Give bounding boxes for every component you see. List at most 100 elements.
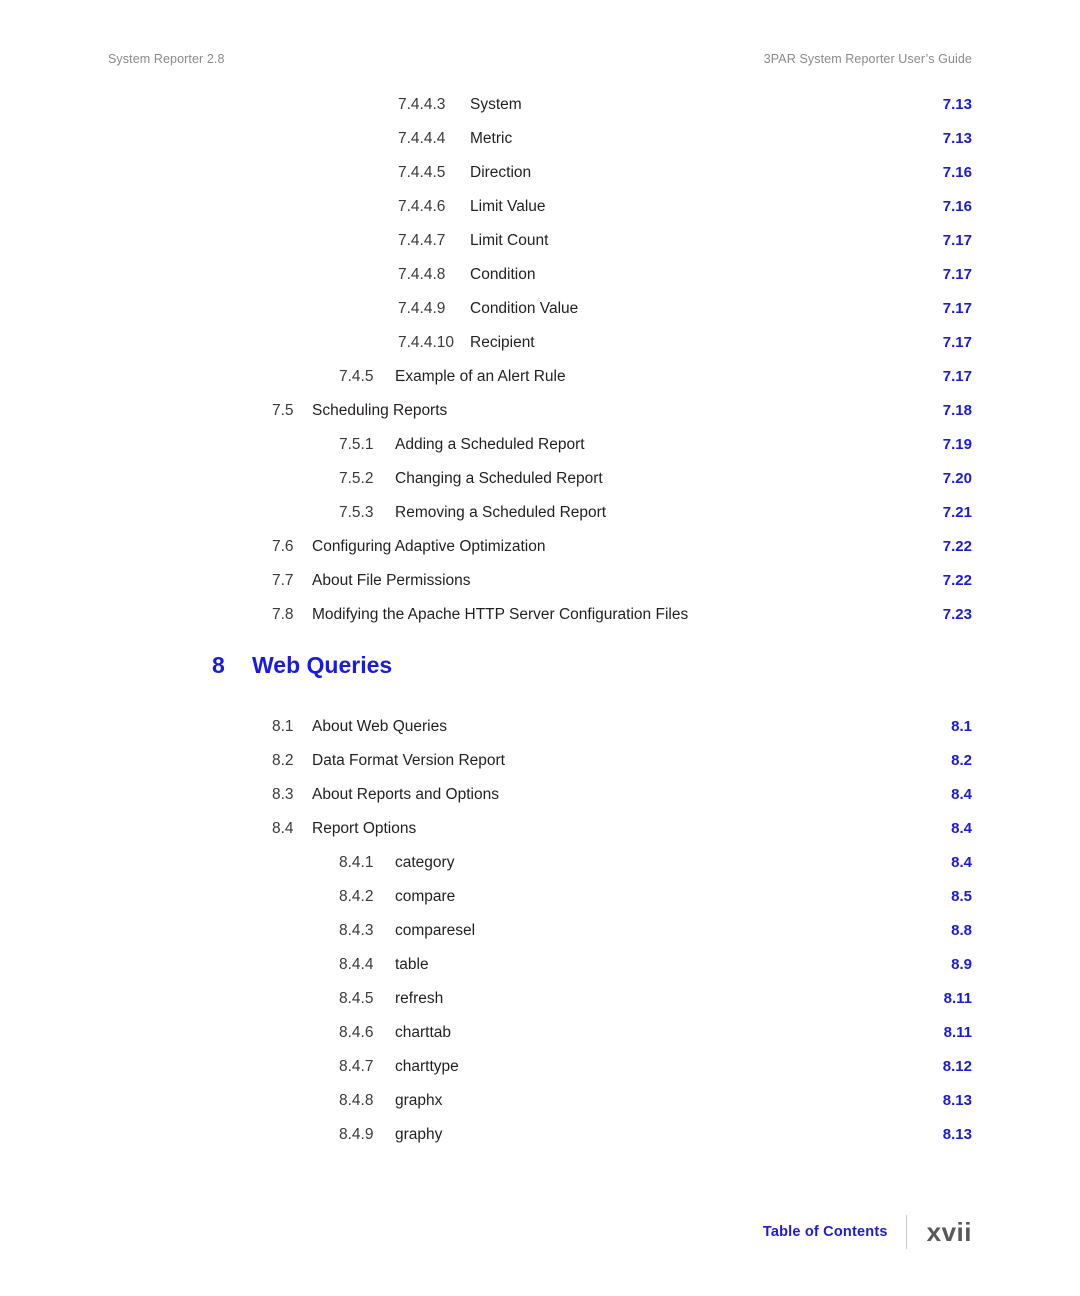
toc-entry[interactable]: 8.4.3 comparesel 8.8 xyxy=(108,922,972,956)
toc-entry-number: 7.4.4.6 xyxy=(398,198,446,215)
toc-entry[interactable]: 7.5.1 Adding a Scheduled Report 7.19 xyxy=(108,436,972,470)
toc-entry[interactable]: 7.4.4.7 Limit Count 7.17 xyxy=(108,232,972,266)
toc-entry-page-number[interactable]: 8.4 xyxy=(896,854,972,871)
toc-entry-page-number[interactable]: 7.16 xyxy=(896,198,972,215)
toc-entry[interactable]: 8.4.9 graphy 8.13 xyxy=(108,1126,972,1160)
toc-entry-page-number[interactable]: 8.2 xyxy=(896,752,972,769)
toc-entry[interactable]: 7.7 About File Permissions 7.22 xyxy=(108,572,972,606)
toc-entry[interactable]: 7.4.4.5 Direction 7.16 xyxy=(108,164,972,198)
toc-entry-page-number[interactable]: 7.17 xyxy=(896,300,972,317)
toc-entry-label: Condition Value xyxy=(470,300,579,317)
toc-entry-label: Limit Value xyxy=(470,198,546,215)
toc-entry-number: 7.4.4.4 xyxy=(398,130,446,147)
toc-entry-page-number[interactable]: 8.13 xyxy=(896,1092,972,1109)
toc-entry-page-number[interactable]: 8.4 xyxy=(896,786,972,803)
toc-entry-number: 8.4.9 xyxy=(339,1126,374,1143)
toc-entry-label: Adding a Scheduled Report xyxy=(395,436,585,453)
toc-entry[interactable]: 7.4.4.4 Metric 7.13 xyxy=(108,130,972,164)
toc-entry[interactable]: 7.4.4.9 Condition Value 7.17 xyxy=(108,300,972,334)
toc-entry-number: 7.4.5 xyxy=(339,368,374,385)
toc-entry-label: graphy xyxy=(395,1126,443,1143)
toc-entry[interactable]: 8.4.8 graphx 8.13 xyxy=(108,1092,972,1126)
toc-entry-label: Data Format Version Report xyxy=(312,752,505,769)
toc-entry-label: Example of an Alert Rule xyxy=(395,368,566,385)
toc-entry-label: comparesel xyxy=(395,922,476,939)
toc-entry-label: Report Options xyxy=(312,820,417,837)
toc-entry-number: 8.4.7 xyxy=(339,1058,374,1075)
toc-entry-page-number[interactable]: 8.5 xyxy=(896,888,972,905)
toc-entry-label: Limit Count xyxy=(470,232,549,249)
toc-entry-number: 7.4.4.10 xyxy=(398,334,455,351)
toc-entry-page-number[interactable]: 7.17 xyxy=(896,334,972,351)
toc-entry-number: 7.5.1 xyxy=(339,436,374,453)
toc-entry-page-number[interactable]: 7.16 xyxy=(896,164,972,181)
toc-entry[interactable]: 8.2 Data Format Version Report 8.2 xyxy=(108,752,972,786)
running-header: System Reporter 2.8 3PAR System Reporter… xyxy=(108,52,972,66)
toc-entry-label: About Reports and Options xyxy=(312,786,499,803)
toc-entry-page-number[interactable]: 7.17 xyxy=(896,266,972,283)
chapter-heading-web-queries[interactable]: 8 Web Queries xyxy=(108,652,972,718)
toc-entry[interactable]: 7.5 Scheduling Reports 7.18 xyxy=(108,402,972,436)
toc-section-chapter-7: 7.4.4.3 System 7.13 7.4.4.4 Metric 7.13 7.4.4.… xyxy=(108,96,972,640)
toc-entry[interactable]: 8.1 About Web Queries 8.1 xyxy=(108,718,972,752)
toc-entry-number: 7.6 xyxy=(272,538,294,555)
toc-entry-page-number[interactable]: 8.4 xyxy=(896,820,972,837)
toc-entry-page-number[interactable]: 7.17 xyxy=(896,232,972,249)
toc-entry-label: Direction xyxy=(470,164,532,181)
toc-entry-number: 8.4.6 xyxy=(339,1024,374,1041)
toc-entry-page-number[interactable]: 7.18 xyxy=(896,402,972,419)
toc-entry-page-number[interactable]: 8.11 xyxy=(896,1024,972,1041)
toc-entry-number: 7.4.4.9 xyxy=(398,300,446,317)
toc-entry-number: 8.4.5 xyxy=(339,990,374,1007)
toc-entry[interactable]: 7.5.2 Changing a Scheduled Report 7.20 xyxy=(108,470,972,504)
toc-entry-page-number[interactable]: 7.19 xyxy=(896,436,972,453)
toc-entry-label: Changing a Scheduled Report xyxy=(395,470,603,487)
toc-entry-page-number[interactable]: 8.12 xyxy=(896,1058,972,1075)
toc-entry[interactable]: 8.4.1 category 8.4 xyxy=(108,854,972,888)
toc-entry-label: graphx xyxy=(395,1092,443,1109)
toc-entry[interactable]: 7.6 Configuring Adaptive Optimization 7.22 xyxy=(108,538,972,572)
running-header-left: System Reporter 2.8 xyxy=(108,52,225,66)
toc-entry-page-number[interactable]: 7.20 xyxy=(896,470,972,487)
toc-entry[interactable]: 8.4.5 refresh 8.11 xyxy=(108,990,972,1024)
toc-entry-number: 8.2 xyxy=(272,752,294,769)
toc-entry[interactable]: 8.4.7 charttype 8.12 xyxy=(108,1058,972,1092)
toc-entry-number: 7.4.4.8 xyxy=(398,266,446,283)
toc-entry-page-number[interactable]: 8.11 xyxy=(896,990,972,1007)
toc-entry-page-number[interactable]: 7.21 xyxy=(896,504,972,521)
toc-entry[interactable]: 8.4 Report Options 8.4 xyxy=(108,820,972,854)
toc-entry-label: About Web Queries xyxy=(312,718,447,735)
toc-section-chapter-8: 8.1 About Web Queries 8.1 8.2 Data Format Ve… xyxy=(108,718,972,1160)
running-header-right: 3PAR System Reporter User’s Guide xyxy=(763,52,972,66)
toc-entry[interactable]: 8.3 About Reports and Options 8.4 xyxy=(108,786,972,820)
toc-entry[interactable]: 7.4.4.10 Recipient 7.17 xyxy=(108,334,972,368)
toc-entry[interactable]: 7.4.4.3 System 7.13 xyxy=(108,96,972,130)
toc-entry[interactable]: 8.4.4 table 8.9 xyxy=(108,956,972,990)
toc-entry[interactable]: 7.5.3 Removing a Scheduled Report 7.21 xyxy=(108,504,972,538)
page-folio: xvii xyxy=(926,1216,972,1247)
toc-entry-number: 8.4.2 xyxy=(339,888,374,905)
toc-entry-page-number[interactable]: 7.13 xyxy=(896,96,972,113)
toc-entry-page-number[interactable]: 7.22 xyxy=(896,572,972,589)
toc-page: System Reporter 2.8 3PAR System Reporter… xyxy=(0,0,1080,1296)
toc-entry-page-number[interactable]: 7.22 xyxy=(896,538,972,555)
toc-entry-page-number[interactable]: 8.8 xyxy=(896,922,972,939)
toc-entry[interactable]: 7.4.5 Example of an Alert Rule 7.17 xyxy=(108,368,972,402)
toc-entry-page-number[interactable]: 8.1 xyxy=(896,718,972,735)
toc-entry-page-number[interactable]: 8.9 xyxy=(896,956,972,973)
toc-entry-page-number[interactable]: 7.17 xyxy=(896,368,972,385)
toc-entry[interactable]: 7.4.4.6 Limit Value 7.16 xyxy=(108,198,972,232)
toc-entry[interactable]: 8.4.6 charttab 8.11 xyxy=(108,1024,972,1058)
toc-entry-page-number[interactable]: 7.23 xyxy=(896,606,972,623)
toc-entry-label: System xyxy=(470,96,522,113)
toc-entry-number: 7.8 xyxy=(272,606,294,623)
toc-entry-page-number[interactable]: 8.13 xyxy=(896,1126,972,1143)
toc-entry-number: 8.4.3 xyxy=(339,922,374,939)
toc-entry-number: 8.4.8 xyxy=(339,1092,374,1109)
toc-entry-label: compare xyxy=(395,888,456,905)
toc-entry[interactable]: 8.4.2 compare 8.5 xyxy=(108,888,972,922)
toc-entry[interactable]: 7.8 Modifying the Apache HTTP Server Conf… xyxy=(108,606,972,640)
toc-entry-page-number[interactable]: 7.13 xyxy=(896,130,972,147)
toc-entry[interactable]: 7.4.4.8 Condition 7.17 xyxy=(108,266,972,300)
toc-entry-label: Removing a Scheduled Report xyxy=(395,504,607,521)
